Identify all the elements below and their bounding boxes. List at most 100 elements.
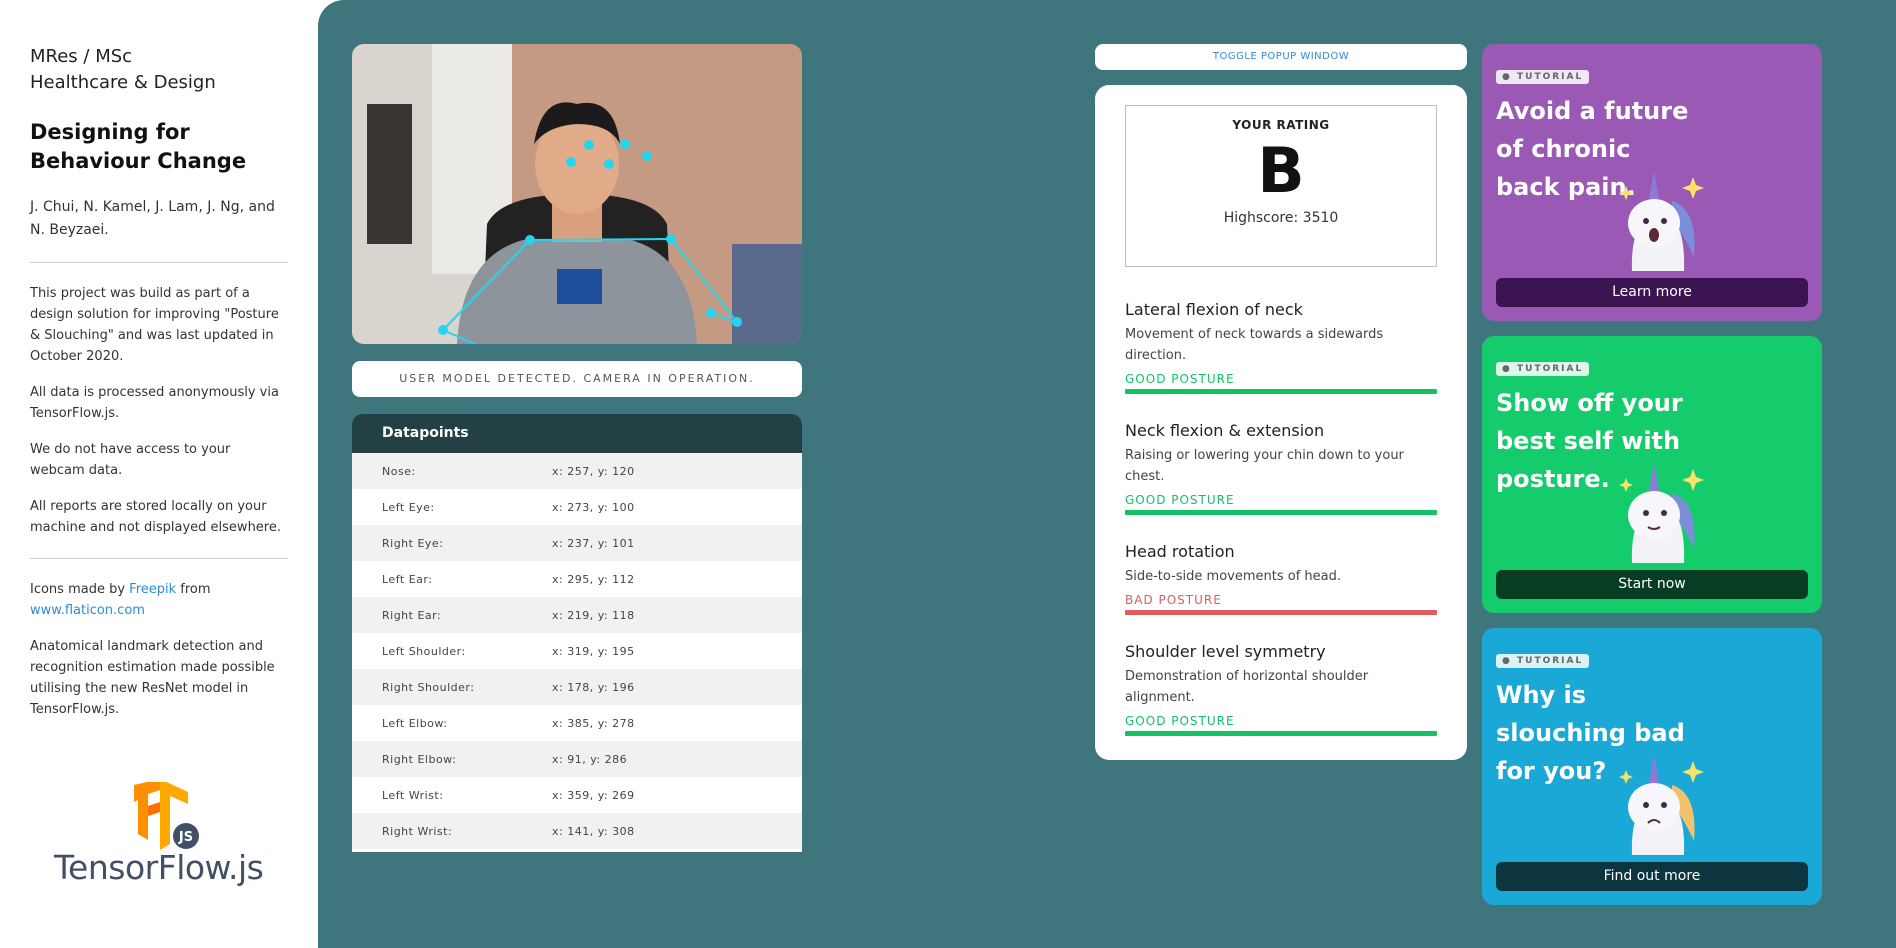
unicorn-shocked-icon — [1602, 161, 1712, 271]
tutorial-badge: ● TUTORIAL — [1496, 654, 1590, 668]
datapoint-label: Right Ear: — [382, 608, 442, 622]
table-row: Right Elbow: x: 91, y: 286 — [352, 741, 802, 777]
model-credit: Anatomical landmark detection and recogn… — [30, 639, 275, 717]
program-name: MRes / MSc Healthcare & Design — [30, 44, 288, 96]
project-title-line-1: Designing for — [30, 120, 190, 144]
program-line-1: MRes / MSc — [30, 46, 133, 67]
datapoint-label: Right Shoulder: — [382, 680, 475, 694]
authors: J. Chui, N. Kamel, J. Lam, J. Ng, and N.… — [30, 199, 275, 238]
table-row: Nose: x: 257, y: 120 — [352, 453, 802, 489]
metric-status: GOOD POSTURE — [1125, 714, 1235, 728]
logo-badge: JS — [178, 830, 193, 845]
divider — [30, 262, 288, 263]
datapoints-title: Datapoints — [352, 414, 802, 453]
unicorn-sad-icon — [1602, 745, 1712, 855]
datapoint-value: x: 257, y: 120 — [552, 464, 635, 478]
tutorial-badge: ● TUTORIAL — [1496, 362, 1590, 376]
project-description: This project was build as part of a desi… — [30, 286, 279, 364]
project-title-line-2: Behaviour Change — [30, 149, 247, 173]
datapoint-value: x: 295, y: 112 — [552, 572, 635, 586]
webcam-feed — [352, 44, 802, 344]
table-row: Left Elbow: x: 385, y: 278 — [352, 705, 802, 741]
privacy-note-3: All reports are stored locally on your m… — [30, 499, 281, 535]
freepik-link[interactable]: Freepik — [129, 582, 176, 597]
datapoint-label: Left Eye: — [382, 500, 435, 514]
datapoint-label: Left Wrist: — [382, 788, 444, 802]
posture-metric: Shoulder level symmetry Demonstration of … — [1125, 641, 1437, 736]
rating-box: YOUR RATING B Highscore: 3510 — [1125, 105, 1437, 267]
metric-description: Side-to-side movements of head. — [1125, 569, 1342, 584]
flaticon-link[interactable]: www.flaticon.com — [30, 603, 145, 618]
toggle-popup-button[interactable]: TOGGLE POPUP WINDOW — [1095, 44, 1467, 70]
datapoint-label: Nose: — [382, 464, 416, 478]
privacy-note-1: All data is processed anonymously via Te… — [30, 385, 279, 421]
datapoint-value: x: 91, y: 286 — [552, 752, 628, 766]
tutorial-button[interactable]: Start now — [1496, 570, 1808, 599]
posture-metric: Head rotation Side-to-side movements of h… — [1125, 541, 1437, 615]
tensorflow-wordmark: TensorFlow.js — [54, 848, 264, 887]
posture-metric: Lateral flexion of neck Movement of neck … — [1125, 299, 1437, 394]
main-panel: USER MODEL DETECTED. CAMERA IN OPERATION… — [318, 0, 1896, 948]
tutorial-card: ● TUTORIAL Why is slouching bad for you? … — [1482, 628, 1822, 905]
metric-bar — [1125, 731, 1437, 736]
tutorial-badge-label: TUTORIAL — [1517, 72, 1584, 82]
credit-prefix: Icons made by — [30, 582, 130, 597]
metric-bar — [1125, 389, 1437, 394]
tutorial-card: ● TUTORIAL Avoid a future of chronic back… — [1482, 44, 1822, 321]
table-row: Left Wrist: x: 359, y: 269 — [352, 777, 802, 813]
datapoint-value: x: 178, y: 196 — [552, 680, 635, 694]
table-row: Right Eye: x: 237, y: 101 — [352, 525, 802, 561]
metric-description: Movement of neck towards a sidewards dir… — [1125, 327, 1384, 363]
table-row: Left Eye: x: 273, y: 100 — [352, 489, 802, 525]
metric-description: Raising or lowering your chin down to yo… — [1125, 448, 1404, 484]
table-row: Left Shoulder: x: 319, y: 195 — [352, 633, 802, 669]
metric-bar — [1125, 610, 1437, 615]
metric-status: GOOD POSTURE — [1125, 372, 1235, 386]
datapoint-value: x: 319, y: 195 — [552, 644, 635, 658]
metric-title: Shoulder level symmetry — [1125, 642, 1326, 661]
rating-card: YOUR RATING B Highscore: 3510 Lateral fl… — [1095, 85, 1467, 760]
tutorial-badge: ● TUTORIAL — [1496, 70, 1590, 84]
tutorial-button[interactable]: Learn more — [1496, 278, 1808, 307]
divider — [30, 558, 288, 559]
datapoint-value: x: 219, y: 118 — [552, 608, 635, 622]
highscore: Highscore: 3510 — [1223, 210, 1339, 226]
table-row: Left Ear: x: 295, y: 112 — [352, 561, 802, 597]
credit-mid: from — [176, 582, 211, 597]
metric-description: Demonstration of horizontal shoulder ali… — [1125, 669, 1369, 705]
camera-status: USER MODEL DETECTED. CAMERA IN OPERATION… — [352, 361, 802, 397]
posture-metrics: Lateral flexion of neck Movement of neck … — [1125, 299, 1437, 736]
privacy-note-2: We do not have access to your webcam dat… — [30, 442, 231, 478]
metric-bar — [1125, 510, 1437, 515]
icon-credit: Icons made by Freepik from www.flaticon.… — [30, 579, 288, 621]
tutorial-badge-label: TUTORIAL — [1517, 364, 1584, 374]
unicorn-fancy-icon — [1602, 453, 1712, 563]
datapoint-value: x: 141, y: 308 — [552, 824, 635, 838]
rating-grade: B — [1257, 134, 1305, 207]
table-row: Right Shoulder: x: 178, y: 196 — [352, 669, 802, 705]
datapoints-table: Datapoints Nose: x: 257, y: 120 Left Eye: x… — [352, 414, 802, 852]
datapoint-label: Right Elbow: — [382, 752, 457, 766]
datapoint-label: Right Eye: — [382, 536, 444, 550]
datapoint-label: Left Ear: — [382, 572, 433, 586]
datapoint-label: Left Elbow: — [382, 716, 448, 730]
table-row: Right Wrist: x: 141, y: 308 — [352, 813, 802, 849]
project-title: Designing for Behaviour Change — [30, 118, 288, 176]
table-row: Right Ear: x: 219, y: 118 — [352, 597, 802, 633]
datapoint-value: x: 237, y: 101 — [552, 536, 635, 550]
datapoint-value: x: 359, y: 269 — [552, 788, 635, 802]
webcam-scene — [352, 44, 802, 344]
rating-label: YOUR RATING — [1232, 118, 1330, 132]
posture-metric: Neck flexion & extension Raising or lower… — [1125, 420, 1437, 515]
metric-status: GOOD POSTURE — [1125, 493, 1235, 507]
metric-title: Lateral flexion of neck — [1125, 300, 1303, 319]
datapoint-label: Left Shoulder: — [382, 644, 466, 658]
datapoint-value: x: 385, y: 278 — [552, 716, 635, 730]
tutorial-badge-label: TUTORIAL — [1517, 656, 1584, 666]
tutorial-button[interactable]: Find out more — [1496, 862, 1808, 891]
program-line-2: Healthcare & Design — [30, 72, 216, 93]
tutorial-card: ● TUTORIAL Show off your best self with p… — [1482, 336, 1822, 613]
datapoints-rows: Nose: x: 257, y: 120 Left Eye: x: 273, y: 1… — [352, 453, 802, 849]
datapoint-value: x: 273, y: 100 — [552, 500, 635, 514]
metric-status: BAD POSTURE — [1125, 593, 1222, 607]
